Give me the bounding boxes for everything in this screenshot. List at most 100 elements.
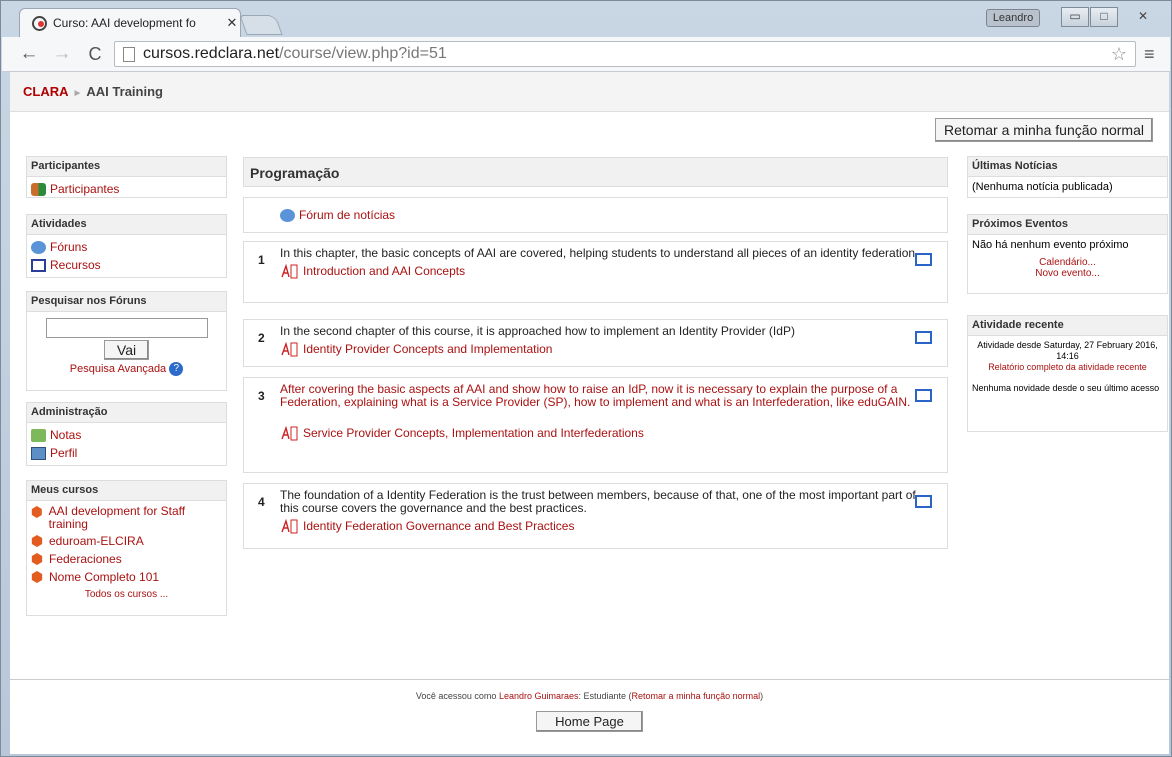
course-item[interactable]: Nome Completo 101 — [31, 569, 222, 585]
resource-label: Identity Federation Governance and Best … — [303, 519, 575, 533]
activity-since-text: Atividade desde Saturday, 27 February 20… — [977, 340, 1158, 361]
block-participantes: Participantes Participantes — [26, 156, 227, 198]
block-meus-cursos: Meus cursos AAI development for Staff tr… — [26, 480, 227, 616]
pdf-icon — [280, 518, 298, 534]
course-section: 4 The foundation of a Identity Federatio… — [243, 483, 948, 549]
forum-search-input[interactable] — [45, 318, 208, 338]
block-title: Atividades — [27, 215, 226, 235]
section-text: In this chapter, the basic concepts of A… — [280, 246, 919, 260]
participantes-label: Participantes — [50, 182, 120, 196]
course-icon — [31, 506, 42, 518]
profile-button[interactable]: Leandro — [986, 9, 1040, 27]
highlight-box-icon[interactable] — [915, 389, 932, 402]
navbar: CLARA ► AAI Training — [10, 72, 1169, 112]
footer-return-link[interactable]: Retomar a minha função normal — [632, 691, 761, 701]
resource-link[interactable]: Introduction and AAI Concepts — [280, 263, 922, 279]
help-icon[interactable]: ? — [169, 362, 184, 376]
pdf-icon — [280, 263, 298, 279]
section-summary: After covering the basic aspects af AAI … — [280, 383, 922, 441]
calendar-link[interactable]: Calendário... — [1039, 257, 1096, 268]
full-report-link[interactable]: Relatório completo da atividade recente — [988, 362, 1147, 372]
pdf-icon — [280, 425, 298, 441]
back-arrow-icon[interactable]: ← — [18, 43, 40, 65]
new-tab-button[interactable] — [239, 15, 283, 35]
footer: Você acessou como Leandro Guimaraes: Est… — [10, 679, 1169, 732]
block-administracao: Administração Notas Perfil — [26, 402, 227, 466]
browser-menu-icon[interactable]: ≡ — [1144, 45, 1162, 63]
notas-link[interactable]: Notas — [31, 427, 222, 443]
perfil-link[interactable]: Perfil — [31, 445, 222, 461]
grades-icon — [31, 428, 46, 442]
title-bar: Curso: AAI development fo ✕ Leandro ▭ □ … — [1, 1, 1171, 37]
section-summary: In this chapter, the basic concepts of A… — [280, 247, 922, 279]
resources-icon — [31, 258, 46, 272]
block-pesquisar: Pesquisar nos Fóruns Vai Pesquisa Avança… — [26, 291, 227, 391]
course-section: 2 In the second chapter of this course, … — [243, 319, 948, 367]
block-title: Participantes — [27, 157, 226, 177]
highlight-box-icon[interactable] — [915, 495, 932, 508]
return-role-button[interactable]: Retomar a minha função normal — [935, 118, 1153, 142]
course-label: AAI development for Staff training — [48, 504, 186, 531]
course-section: 3 After covering the basic aspects af AA… — [243, 377, 948, 473]
block-title: Meus cursos — [27, 481, 226, 501]
site-favicon-icon — [32, 15, 47, 31]
resource-link[interactable]: Identity Federation Governance and Best … — [280, 518, 922, 534]
pdf-icon — [280, 341, 298, 357]
web-page: CLARA ► AAI Training Retomar a minha funçã… — [10, 72, 1169, 754]
minimize-icon[interactable]: ▭ — [1061, 7, 1089, 27]
news-forum-section: Fórum de notícias — [243, 197, 948, 233]
bookmark-star-icon[interactable]: ☆ — [1111, 44, 1127, 65]
tab-title: Curso: AAI development fo — [53, 16, 196, 30]
search-go-button[interactable]: Vai — [103, 340, 150, 360]
browser-tab[interactable]: Curso: AAI development fo ✕ — [19, 8, 241, 37]
login-prefix: Você acessou como — [415, 691, 497, 701]
section-number: 1 — [258, 253, 265, 267]
reload-icon[interactable]: C — [84, 43, 106, 65]
perfil-label: Perfil — [50, 446, 78, 460]
login-suffix: ) — [760, 691, 764, 701]
url-host: cursos.redclara.net — [143, 45, 280, 62]
section-summary: The foundation of a Identity Federation … — [280, 489, 922, 534]
all-courses-link[interactable]: Todos os cursos ... — [85, 589, 168, 600]
no-news-text: Nenhuma novidade desde o seu último aces… — [972, 383, 1160, 393]
browser-toolbar: ← → C cursos.redclara.net/course/view.ph… — [2, 37, 1170, 72]
recursos-link[interactable]: Recursos — [31, 257, 222, 273]
program-title: Programação — [250, 165, 340, 181]
breadcrumb-root[interactable]: CLARA — [23, 84, 69, 99]
events-empty-text: Não há nenhum evento próximo — [972, 239, 1129, 251]
course-item[interactable]: AAI development for Staff training — [31, 505, 222, 531]
block-ultimas-noticias: Últimas Notícias (Nenhuma notícia public… — [967, 156, 1168, 198]
advanced-search-link[interactable]: Pesquisa Avançada — [70, 363, 166, 375]
recursos-label: Recursos — [50, 258, 101, 272]
course-item[interactable]: eduroam-ELCIRA — [31, 533, 222, 549]
page-icon — [123, 46, 135, 62]
foruns-link[interactable]: Fóruns — [31, 239, 222, 255]
highlight-box-icon[interactable] — [915, 331, 932, 344]
news-forum-link[interactable]: Fórum de notícias — [280, 207, 395, 223]
resource-link[interactable]: Service Provider Concepts, Implementatio… — [280, 425, 922, 441]
resource-label: Introduction and AAI Concepts — [303, 264, 466, 278]
block-atividade-recente: Atividade recente Atividade desde Saturd… — [967, 315, 1168, 432]
new-event-link[interactable]: Novo evento... — [1035, 268, 1099, 279]
login-role: : Estudiante ( — [578, 691, 632, 701]
block-title: Pesquisar nos Fóruns — [27, 292, 226, 312]
resource-link[interactable]: Identity Provider Concepts and Implement… — [280, 341, 922, 357]
section-text: After covering the basic aspects af AAI … — [280, 382, 911, 409]
maximize-icon[interactable]: □ — [1090, 7, 1118, 27]
return-role-container: Retomar a minha função normal — [935, 118, 1153, 142]
breadcrumb-current: AAI Training — [86, 84, 163, 99]
user-link[interactable]: Leandro Guimaraes — [499, 691, 579, 701]
course-icon — [31, 535, 43, 547]
forum-bubble-icon — [280, 208, 295, 222]
course-item[interactable]: Federaciones — [31, 551, 222, 567]
home-page-button[interactable]: Home Page — [536, 711, 643, 732]
forum-bubble-icon — [31, 240, 46, 254]
block-proximos-eventos: Próximos Eventos Não há nenhum evento pr… — [967, 214, 1168, 294]
forward-arrow-icon[interactable]: → — [51, 43, 73, 65]
close-window-icon[interactable]: ✕ — [1127, 7, 1159, 27]
close-tab-icon[interactable]: ✕ — [224, 15, 240, 31]
section-summary: In the second chapter of this course, it… — [280, 325, 922, 357]
address-bar[interactable]: cursos.redclara.net/course/view.php?id=5… — [114, 41, 1136, 67]
highlight-box-icon[interactable] — [915, 253, 932, 266]
participantes-link[interactable]: Participantes — [31, 181, 222, 197]
